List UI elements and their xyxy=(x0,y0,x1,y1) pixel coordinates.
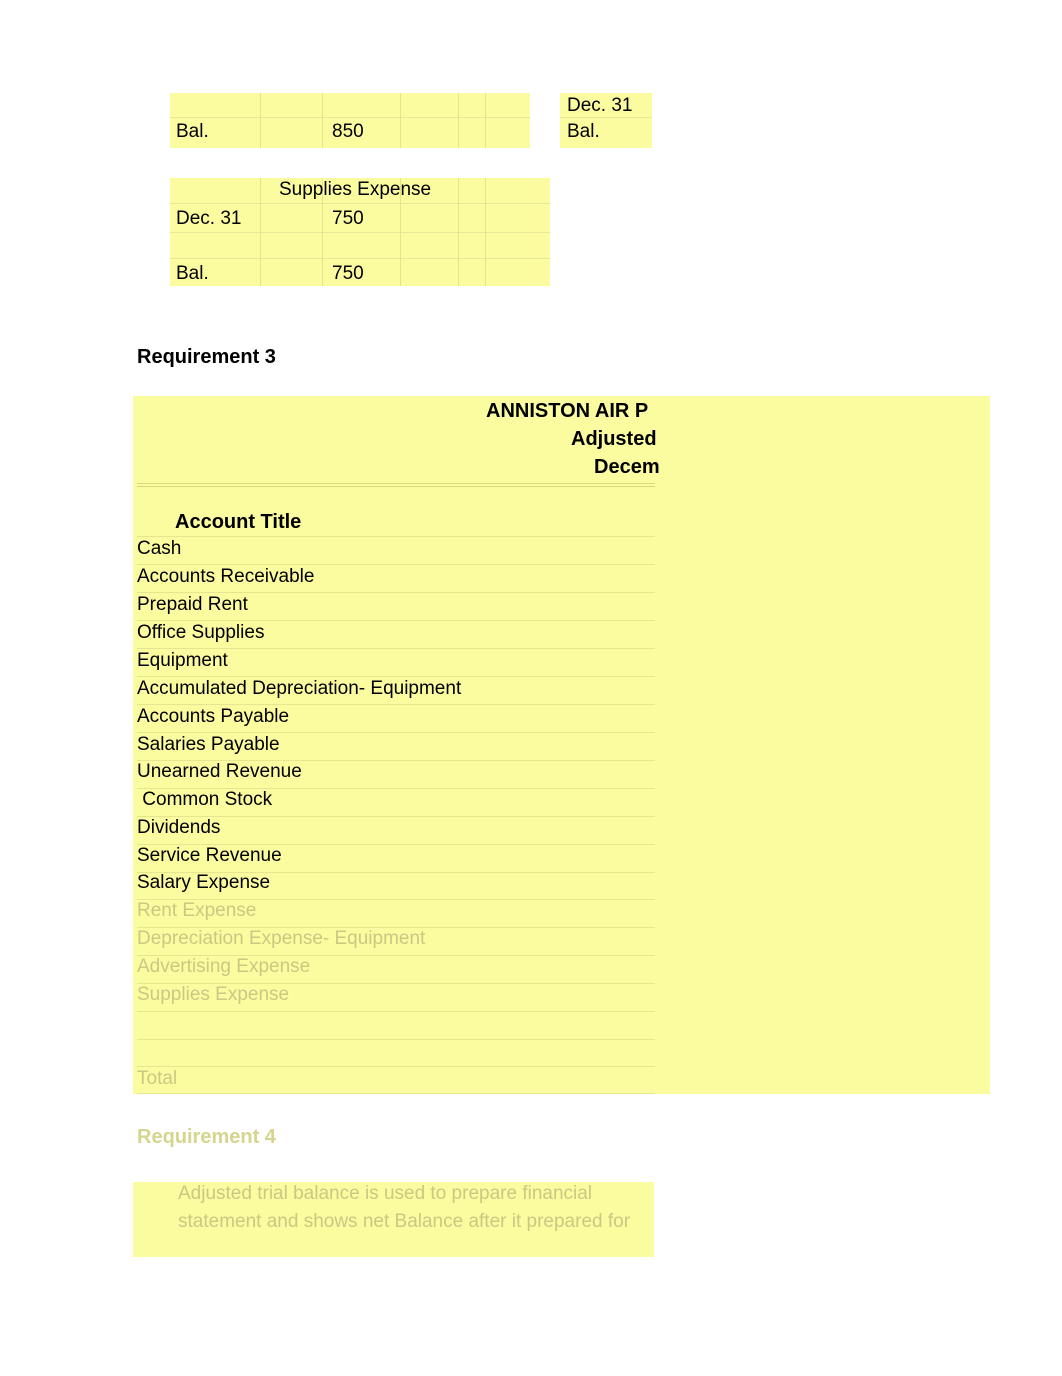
document-page: Bal. 850 Dec. 31 Bal. Supplies Expense D… xyxy=(0,0,1062,1376)
sheet-rule-top xyxy=(137,483,655,484)
sheet-rule-7 xyxy=(137,732,655,733)
taccount-col-sep-5 xyxy=(485,93,486,148)
supplies-col-sep-1 xyxy=(260,178,261,286)
account-row-depreciation-expense: Depreciation Expense- Equipment xyxy=(137,928,426,949)
account-row-unearned-revenue: Unearned Revenue xyxy=(137,761,302,782)
statement-date: Decem xyxy=(594,456,660,478)
taccount-divider-right xyxy=(560,117,652,118)
account-row-accumulated-depreciation: Accumulated Depreciation- Equipment xyxy=(137,678,462,699)
taccount-right-bal-label: Bal. xyxy=(567,121,600,142)
supplies-header-rule xyxy=(170,203,550,204)
total-row-label: Total xyxy=(137,1068,178,1089)
requirement-4-line-2: statement and shows net Balance after it… xyxy=(178,1211,631,1232)
requirement-4-heading: Requirement 4 xyxy=(137,1126,276,1148)
account-row-service-revenue: Service Revenue xyxy=(137,845,282,866)
sheet-rule-2 xyxy=(137,592,655,593)
account-row-dividends: Dividends xyxy=(137,817,221,838)
supplies-col-sep-5 xyxy=(485,178,486,286)
account-row-rent-expense: Rent Expense xyxy=(137,900,257,921)
sheet-rule-bottom xyxy=(137,1093,655,1094)
sheet-rule-19 xyxy=(137,1066,655,1067)
supplies-row-2-value: 750 xyxy=(332,263,364,284)
taccount-bal-value: 850 xyxy=(332,121,364,142)
taccount-col-sep-2 xyxy=(322,93,323,148)
supplies-row-1-value: 750 xyxy=(332,208,364,229)
sheet-rule-header xyxy=(137,536,655,537)
account-row-supplies-expense: Supplies Expense xyxy=(137,984,290,1005)
requirement-4-line-1: Adjusted trial balance is used to prepar… xyxy=(178,1183,593,1204)
statement-name: Adjusted xyxy=(571,428,657,450)
column-header-account-title: Account Title xyxy=(175,511,302,533)
taccount-bal-label: Bal. xyxy=(176,121,209,142)
account-row-advertising-expense: Advertising Expense xyxy=(137,956,311,977)
requirement-3-heading: Requirement 3 xyxy=(137,346,276,368)
sheet-rule-1 xyxy=(137,564,655,565)
company-name: ANNISTON AIR P xyxy=(486,400,649,422)
sheet-rule-4 xyxy=(137,648,655,649)
taccount-col-sep-1 xyxy=(260,93,261,148)
sheet-rule-6 xyxy=(137,704,655,705)
sheet-rule-17 xyxy=(137,1011,655,1012)
sheet-rule-top-2 xyxy=(137,486,655,487)
taccount-divider xyxy=(170,117,530,118)
supplies-row-1-label: Dec. 31 xyxy=(176,208,242,229)
account-row-prepaid-rent: Prepaid Rent xyxy=(137,594,248,615)
account-row-salary-expense: Salary Expense xyxy=(137,872,271,893)
account-row-office-supplies: Office Supplies xyxy=(137,622,265,643)
account-row-accounts-payable: Accounts Payable xyxy=(137,706,290,727)
account-row-common-stock: Common Stock xyxy=(137,789,273,810)
supplies-row-2-label: Bal. xyxy=(176,263,209,284)
sheet-rule-18 xyxy=(137,1039,655,1040)
supplies-expense-header: Supplies Expense xyxy=(279,179,432,200)
sheet-rule-5 xyxy=(137,676,655,677)
account-row-salaries-payable: Salaries Payable xyxy=(137,734,280,755)
supplies-col-sep-4 xyxy=(458,178,459,286)
taccount-col-sep-3 xyxy=(400,93,401,148)
taccount-col-sep-4 xyxy=(458,93,459,148)
sheet-rule-3 xyxy=(137,620,655,621)
account-row-equipment: Equipment xyxy=(137,650,228,671)
supplies-rule-2 xyxy=(170,258,550,259)
account-row-cash: Cash xyxy=(137,538,182,559)
account-row-accounts-receivable: Accounts Receivable xyxy=(137,566,315,587)
taccount-right-date: Dec. 31 xyxy=(567,95,633,116)
supplies-rule-1 xyxy=(170,232,550,233)
